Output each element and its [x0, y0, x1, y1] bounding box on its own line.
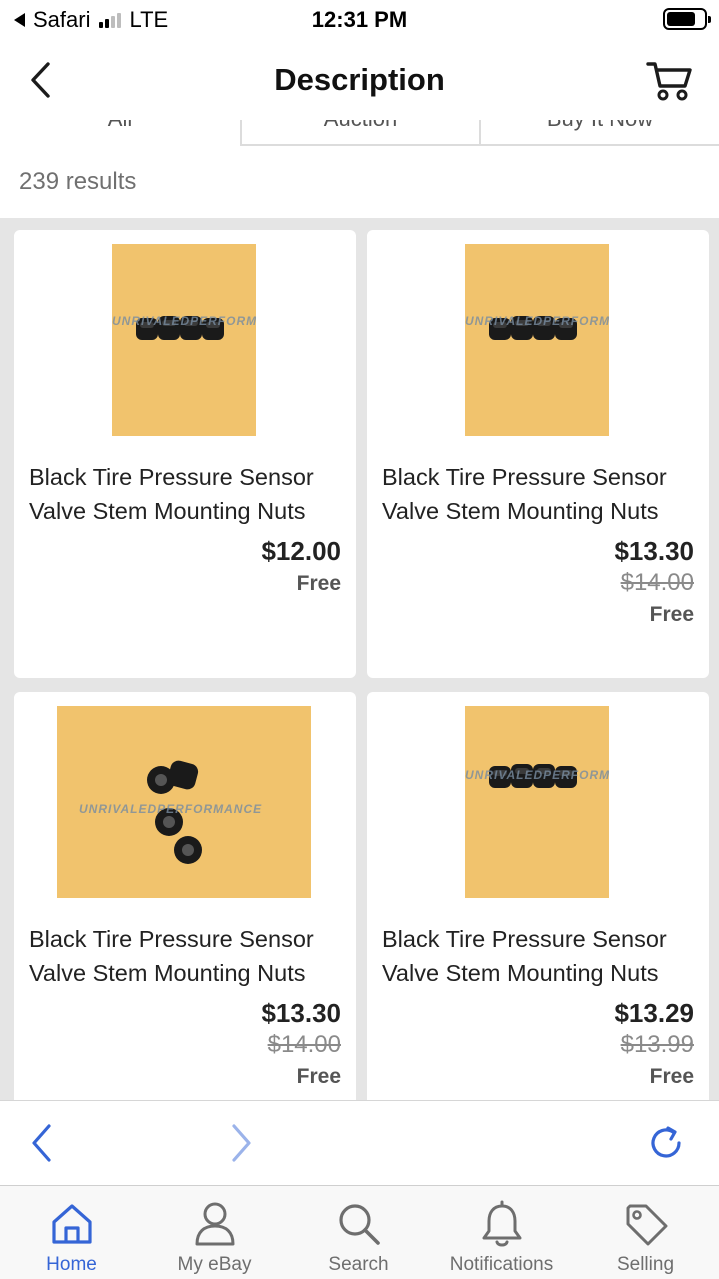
listing-original-price: $14.00 — [620, 569, 694, 596]
product-image: UNRIVALEDPERFORMANCE — [465, 244, 609, 436]
cart-icon — [646, 62, 692, 101]
watermark: UNRIVALEDPERFORMANCE — [465, 314, 609, 328]
bottom-tab-bar: Home My eBay Search Notifications Sellin… — [0, 1185, 719, 1279]
cart-button[interactable] — [645, 56, 695, 106]
search-icon — [338, 1204, 380, 1245]
tabbar-search[interactable]: Search — [287, 1186, 430, 1279]
tabbar-label: Selling — [616, 1254, 675, 1275]
product-image: UNRIVALEDPERFORMANCE — [57, 706, 311, 898]
listing-grid: UNRIVALEDPERFORMANCE Black Tire Pressure… — [0, 218, 719, 1100]
tag-icon — [626, 1204, 667, 1246]
home-icon — [51, 1204, 92, 1244]
person-icon — [195, 1202, 234, 1246]
shipping-label: Free — [296, 1065, 341, 1088]
results-count: 239 results — [19, 168, 137, 195]
status-time: 12:31 PM — [311, 7, 408, 32]
chevron-right-icon — [232, 1124, 251, 1162]
listing-original-price: $13.99 — [620, 1031, 694, 1058]
tab-buy-it-now[interactable]: Buy It Now — [481, 120, 719, 146]
chevron-left-icon — [32, 1124, 51, 1162]
battery-icon — [663, 8, 711, 30]
listing-card[interactable]: UNRIVALEDPERFORMANCE Black Tire Pressure… — [14, 230, 356, 678]
tabbar-label: My eBay — [177, 1254, 252, 1275]
listing-title: Black Tire Pressure Sensor Valve Stem Mo… — [29, 464, 314, 524]
browser-toolbar — [0, 1100, 719, 1185]
listing-price: $13.30 — [614, 536, 694, 566]
reload-button[interactable] — [644, 1121, 688, 1165]
shipping-label: Free — [649, 603, 694, 626]
listing-price: $13.30 — [261, 998, 341, 1028]
status-bar: Safari LTE 12:31 PM — [0, 0, 719, 40]
tabbar-label: Notifications — [449, 1254, 554, 1275]
tabbar-notifications[interactable]: Notifications — [430, 1186, 573, 1279]
browser-forward-button[interactable] — [219, 1121, 263, 1165]
watermark: UNRIVALEDPERFORMANCE — [465, 768, 609, 782]
watermark: UNRIVALEDPERFORMANCE — [79, 802, 263, 816]
header: Description — [0, 40, 719, 120]
tabbar-home[interactable]: Home — [0, 1186, 143, 1279]
listing-title: Black Tire Pressure Sensor Valve Stem Mo… — [382, 926, 667, 986]
listing-title: Black Tire Pressure Sensor Valve Stem Mo… — [29, 926, 314, 986]
listing-title: Black Tire Pressure Sensor Valve Stem Mo… — [382, 464, 667, 524]
page-title: Description — [274, 62, 445, 97]
listing-original-price: $14.00 — [267, 1031, 341, 1058]
listing-card[interactable]: UNRIVALEDPERFORMANCE Black Tire Pressure… — [367, 230, 709, 678]
shipping-label: Free — [296, 572, 341, 595]
tab-all[interactable]: All — [0, 120, 240, 146]
tabbar-selling[interactable]: Selling — [574, 1186, 717, 1279]
product-image: UNRIVALEDPERFORMANCE — [465, 706, 609, 898]
watermark: UNRIVALEDPERFORMANCE — [112, 314, 256, 328]
browser-back-button[interactable] — [20, 1121, 64, 1165]
product-image: UNRIVALEDPERFORMANCE — [112, 244, 256, 436]
tabbar-label: Home — [46, 1254, 97, 1275]
buying-format-tabs: All Auction Buy It Now — [0, 120, 719, 146]
listing-price: $13.29 — [614, 998, 694, 1028]
tab-auction[interactable]: Auction — [242, 120, 479, 146]
screen: Safari LTE 12:31 PM Description All — [0, 0, 719, 1279]
bell-icon — [482, 1200, 521, 1247]
tabbar-my-ebay[interactable]: My eBay — [143, 1186, 286, 1279]
shipping-label: Free — [649, 1065, 694, 1088]
reload-icon — [651, 1126, 681, 1158]
tab-label: All — [0, 120, 240, 132]
listing-card[interactable]: UNRIVALEDPERFORMANCE Black Tire Pressure… — [367, 692, 709, 1100]
tab-label: Buy It Now — [481, 120, 719, 132]
listing-card[interactable]: UNRIVALEDPERFORMANCE Black Tire Pressure… — [14, 692, 356, 1100]
listing-price: $12.00 — [261, 536, 341, 566]
tab-label: Auction — [242, 120, 479, 132]
tabbar-label: Search — [328, 1254, 389, 1275]
